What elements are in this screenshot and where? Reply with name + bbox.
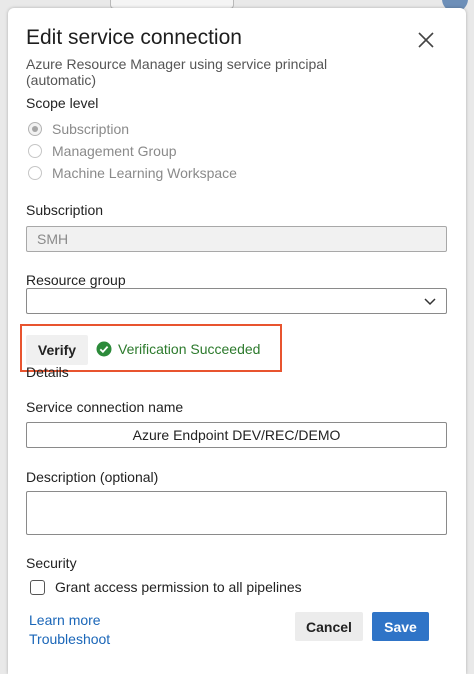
resource-group-dropdown[interactable] xyxy=(26,288,447,314)
description-label: Description (optional) xyxy=(26,469,159,485)
scope-level-label: Scope level xyxy=(26,95,99,111)
grant-access-label: Grant access permission to all pipelines xyxy=(55,579,302,595)
verification-status: Verification Succeeded xyxy=(96,341,260,357)
service-connection-name-value: Azure Endpoint DEV/REC/DEMO xyxy=(132,427,341,443)
check-circle-icon xyxy=(96,341,112,357)
radio-label: Subscription xyxy=(52,121,130,137)
verification-status-text: Verification Succeeded xyxy=(118,341,261,357)
service-connection-name-input[interactable]: Azure Endpoint DEV/REC/DEMO xyxy=(26,422,447,448)
resource-group-label: Resource group xyxy=(26,272,126,288)
radio-button[interactable] xyxy=(28,122,42,136)
description-textarea[interactable] xyxy=(26,491,447,535)
subscription-label: Subscription xyxy=(26,202,104,218)
cancel-button[interactable]: Cancel xyxy=(295,612,363,641)
troubleshoot-link[interactable]: Troubleshoot xyxy=(29,631,110,647)
dialog-title: Edit service connection xyxy=(26,26,242,49)
radio-machine-learning-workspace[interactable]: Machine Learning Workspace xyxy=(28,165,237,181)
close-icon[interactable] xyxy=(416,30,436,50)
radio-label: Management Group xyxy=(52,143,177,159)
chevron-down-icon xyxy=(424,298,436,306)
save-button[interactable]: Save xyxy=(372,612,429,641)
grant-access-checkbox[interactable] xyxy=(30,579,45,595)
subscription-field: SMH xyxy=(26,226,447,252)
service-connection-name-label: Service connection name xyxy=(26,399,184,415)
radio-label: Machine Learning Workspace xyxy=(52,165,237,181)
security-label: Security xyxy=(26,555,77,571)
radio-button[interactable] xyxy=(28,144,42,158)
grant-access-option[interactable]: Grant access permission to all pipelines xyxy=(30,579,302,595)
radio-button[interactable] xyxy=(28,166,42,180)
details-heading: Details xyxy=(26,364,69,380)
dialog-subtitle: Azure Resource Manager using service pri… xyxy=(26,56,328,88)
learn-more-link[interactable]: Learn more xyxy=(29,612,101,628)
radio-subscription[interactable]: Subscription xyxy=(28,121,129,137)
edit-service-connection-dialog: Edit service connection Azure Resource M… xyxy=(8,8,466,674)
subscription-value: SMH xyxy=(37,231,69,247)
verify-button[interactable]: Verify xyxy=(26,335,88,365)
radio-management-group[interactable]: Management Group xyxy=(28,143,177,159)
